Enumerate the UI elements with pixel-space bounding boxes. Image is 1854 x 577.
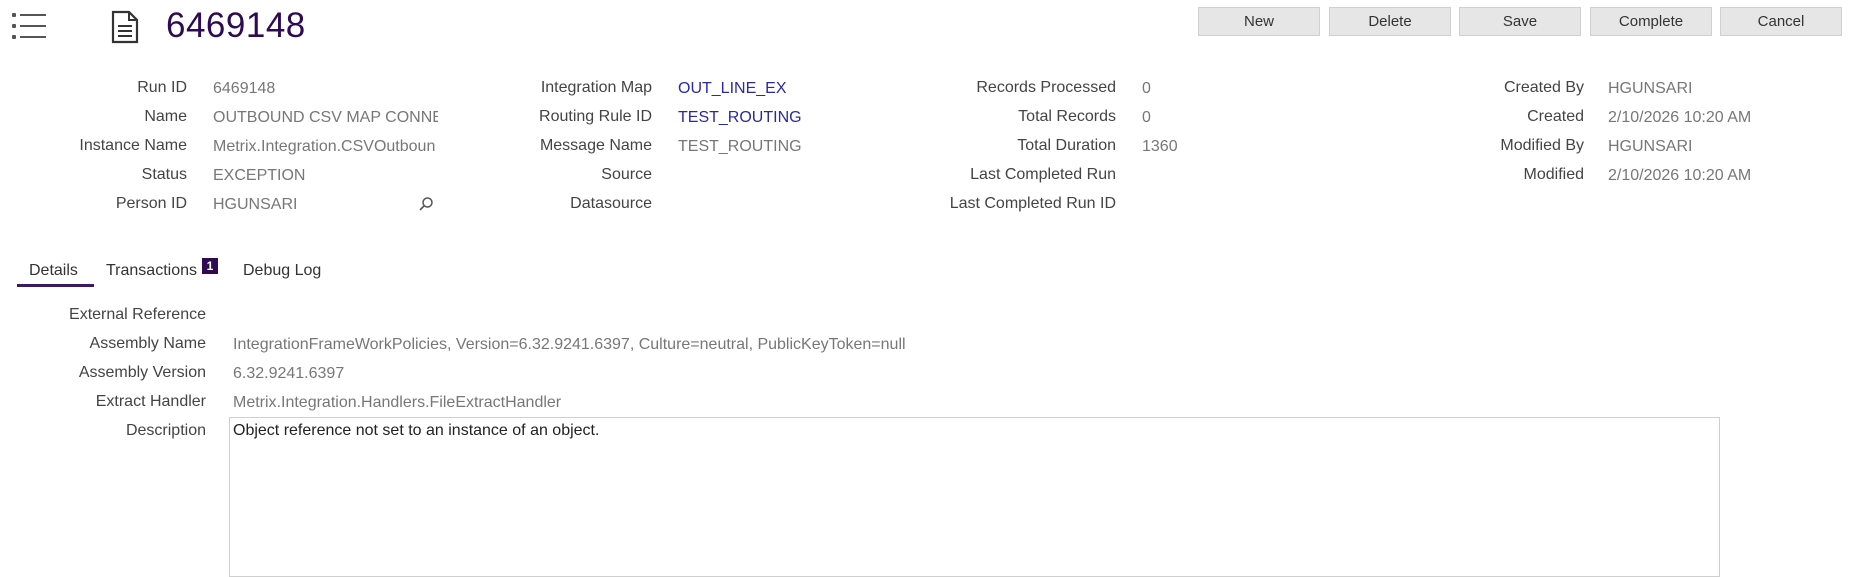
modified-value: 2/10/2026 10:20 AM xyxy=(1608,167,1752,184)
message-name-label: Message Name xyxy=(539,137,652,154)
source-label: Source xyxy=(601,166,652,183)
total-duration-label: Total Duration xyxy=(1017,137,1116,154)
last-completed-run-label: Last Completed Run xyxy=(970,166,1116,183)
assembly-version-value: 6.32.9241.6397 xyxy=(233,365,345,382)
tab-transactions[interactable]: Transactions xyxy=(106,262,197,280)
description-label: Description xyxy=(125,422,206,439)
new-button[interactable]: New xyxy=(1198,7,1320,36)
document-icon xyxy=(111,10,139,44)
total-records-value: 0 xyxy=(1142,109,1151,126)
page-title: 6469148 xyxy=(166,6,306,45)
modified-by-label: Modified By xyxy=(1500,137,1584,154)
assembly-name-value: IntegrationFrameWorkPolicies, Version=6.… xyxy=(233,336,906,353)
save-button[interactable]: Save xyxy=(1459,7,1581,36)
tab-details[interactable]: Details xyxy=(29,262,78,280)
tab-debug-log[interactable]: Debug Log xyxy=(243,262,321,280)
cancel-button[interactable]: Cancel xyxy=(1720,7,1842,36)
records-processed-label: Records Processed xyxy=(976,79,1116,96)
created-value: 2/10/2026 10:20 AM xyxy=(1608,109,1752,126)
total-duration-value: 1360 xyxy=(1142,138,1178,155)
run-id-label: Run ID xyxy=(137,79,187,96)
modified-label: Modified xyxy=(1523,166,1584,183)
delete-button[interactable]: Delete xyxy=(1329,7,1451,36)
datasource-label: Datasource xyxy=(570,195,652,212)
last-completed-run-id-label: Last Completed Run ID xyxy=(949,195,1116,212)
description-textarea[interactable]: Object reference not set to an instance … xyxy=(229,417,1720,577)
integration-map-label: Integration Map xyxy=(540,79,652,96)
status-value: EXCEPTION xyxy=(213,167,306,184)
integration-map-link[interactable]: OUT_LINE_EX xyxy=(678,80,786,98)
instance-name-value: Metrix.Integration.CSVOutboun xyxy=(213,138,436,155)
message-name-value: TEST_ROUTING xyxy=(678,138,802,155)
search-icon[interactable] xyxy=(418,196,434,212)
active-tab-indicator xyxy=(17,284,94,287)
records-processed-value: 0 xyxy=(1142,80,1151,97)
transactions-count-badge: 1 xyxy=(202,258,218,274)
extract-handler-label: Extract Handler xyxy=(95,393,206,410)
status-label: Status xyxy=(141,166,187,183)
routing-rule-id-link[interactable]: TEST_ROUTING xyxy=(678,109,802,127)
instance-name-label: Instance Name xyxy=(79,137,187,154)
created-label: Created xyxy=(1527,108,1584,125)
assembly-version-label: Assembly Version xyxy=(78,364,206,381)
assembly-name-label: Assembly Name xyxy=(89,335,206,352)
external-reference-label: External Reference xyxy=(69,306,206,323)
total-records-label: Total Records xyxy=(1018,108,1116,125)
name-value: OUTBOUND CSV MAP CONNEC xyxy=(213,109,438,126)
complete-button[interactable]: Complete xyxy=(1590,7,1712,36)
created-by-label: Created By xyxy=(1503,79,1584,96)
run-id-value: 6469148 xyxy=(213,80,276,97)
extract-handler-value: Metrix.Integration.Handlers.FileExtractH… xyxy=(233,394,562,411)
created-by-value: HGUNSARI xyxy=(1608,80,1693,97)
person-id-value[interactable]: HGUNSARI xyxy=(213,196,403,214)
name-label: Name xyxy=(144,108,187,125)
person-id-label: Person ID xyxy=(115,195,187,212)
modified-by-value: HGUNSARI xyxy=(1608,138,1693,155)
list-menu-icon[interactable] xyxy=(12,10,48,42)
routing-rule-id-label: Routing Rule ID xyxy=(539,108,652,125)
